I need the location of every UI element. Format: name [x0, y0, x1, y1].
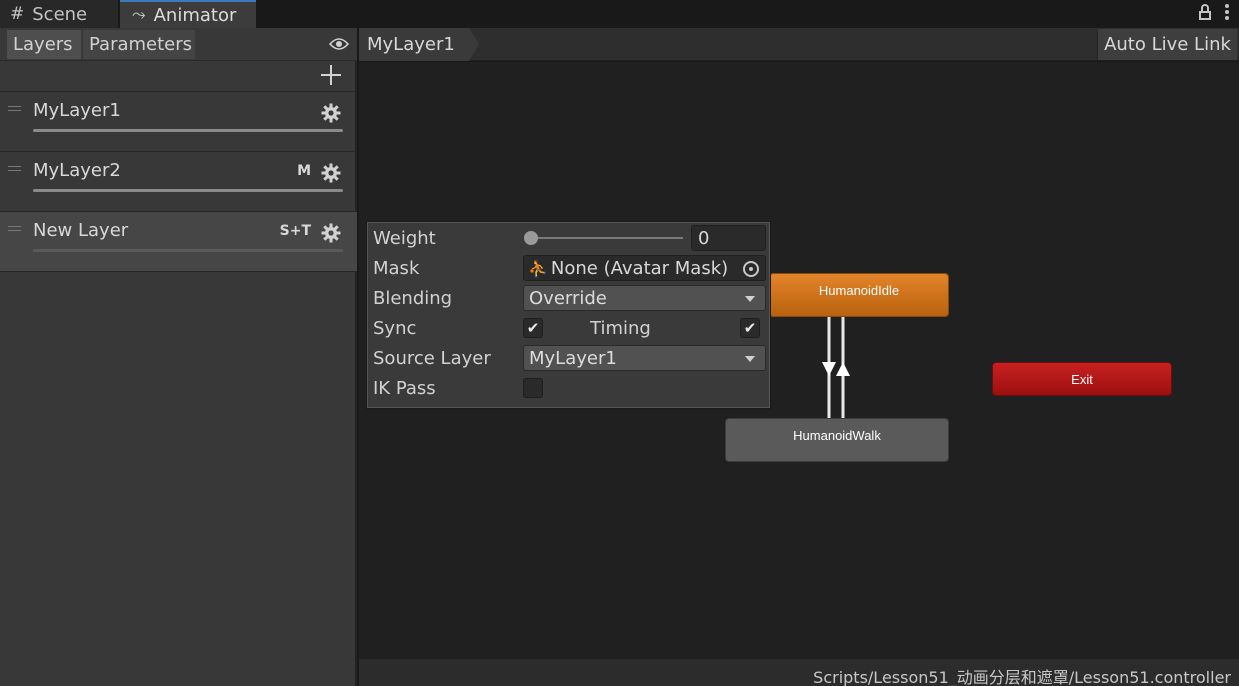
- layer-flags: S+T: [279, 223, 311, 239]
- layer-weight-bar: [33, 129, 343, 132]
- add-layer-icon[interactable]: [320, 64, 342, 86]
- weight-slider-handle[interactable]: [524, 231, 538, 245]
- chevron-down-icon: [745, 296, 755, 302]
- source-layer-label: Source Layer: [373, 347, 491, 369]
- divider: [0, 271, 357, 272]
- ik-pass-checkbox[interactable]: [523, 378, 543, 398]
- layers-panel: Layers Parameters MyLayer1 MyLayer2 M Ne…: [0, 28, 357, 686]
- tab-scene[interactable]: # Scene: [0, 0, 118, 28]
- chevron-down-icon: [745, 356, 755, 362]
- controller-path: Scripts/Lesson51_动画分层和遮罩/Lesson51.contro…: [813, 668, 1231, 686]
- tab-animator-label: Animator: [153, 4, 237, 26]
- weight-label: Weight: [373, 227, 436, 249]
- drag-handle-icon[interactable]: [8, 226, 21, 231]
- layer-settings-popup: Weight 0 Mask ⛹ None (Avatar Mask) Blend…: [366, 221, 771, 409]
- grid-icon: #: [10, 4, 25, 24]
- object-picker-icon[interactable]: [743, 261, 759, 277]
- transition-arrow-up-icon[interactable]: [836, 362, 850, 376]
- blending-label: Blending: [373, 287, 453, 309]
- tab-parameters[interactable]: Parameters: [83, 30, 195, 59]
- avatar-mask-icon: ⛹: [528, 258, 548, 278]
- gear-icon[interactable]: [321, 163, 341, 183]
- source-layer-value: MyLayer1: [529, 347, 617, 369]
- mask-label: Mask: [373, 257, 420, 279]
- mask-field[interactable]: ⛹ None (Avatar Mask): [523, 255, 766, 281]
- sync-checkbox[interactable]: ✔: [523, 318, 543, 338]
- blending-dropdown[interactable]: Override: [523, 285, 766, 311]
- state-node-humanoid-idle[interactable]: HumanoidIdle: [770, 274, 948, 316]
- weight-slider-track[interactable]: [531, 237, 683, 239]
- blending-value: Override: [529, 287, 607, 309]
- auto-live-link-button[interactable]: Auto Live Link: [1097, 29, 1237, 60]
- drag-handle-icon[interactable]: [8, 106, 21, 111]
- graph-toolbar: MyLayer1 Auto Live Link: [359, 28, 1239, 61]
- tab-scene-label: Scene: [32, 3, 88, 25]
- more-options-icon[interactable]: [1225, 4, 1229, 20]
- source-layer-dropdown[interactable]: MyLayer1: [523, 345, 766, 371]
- mask-value: None (Avatar Mask): [550, 257, 729, 279]
- breadcrumb-arrow: [469, 28, 479, 61]
- layer-weight-bar: [33, 249, 343, 252]
- status-bar: Scripts/Lesson51_动画分层和遮罩/Lesson51.contro…: [359, 658, 1239, 686]
- transition-arrow-down-icon[interactable]: [822, 362, 836, 376]
- state-node-humanoid-walk[interactable]: HumanoidWalk: [726, 419, 948, 461]
- state-node-exit[interactable]: Exit: [993, 363, 1171, 395]
- tab-animator[interactable]: ⤳ Animator: [120, 0, 256, 28]
- checkmark-icon: ✔: [743, 319, 757, 337]
- ik-pass-label: IK Pass: [373, 377, 436, 399]
- layer-item[interactable]: MyLayer1: [0, 91, 357, 151]
- layer-item-selected[interactable]: New Layer S+T: [0, 211, 357, 271]
- gear-icon[interactable]: [321, 223, 341, 243]
- timing-checkbox[interactable]: ✔: [740, 318, 760, 338]
- animator-icon: ⤳: [132, 5, 146, 25]
- timing-label: Timing: [590, 317, 651, 339]
- layer-flags: M: [297, 163, 311, 179]
- drag-handle-icon[interactable]: [8, 166, 21, 171]
- left-panel-tabs: Layers Parameters: [0, 28, 357, 61]
- layer-item[interactable]: MyLayer2 M: [0, 151, 357, 211]
- layer-name: New Layer: [33, 220, 129, 241]
- eye-icon[interactable]: [329, 37, 349, 51]
- window-tab-bar: # Scene ⤳ Animator: [0, 0, 1239, 28]
- layer-weight-bar: [33, 189, 343, 192]
- tab-layers[interactable]: Layers: [7, 30, 81, 59]
- checkmark-icon: ✔: [526, 319, 540, 337]
- breadcrumb[interactable]: MyLayer1: [359, 28, 469, 61]
- gear-icon[interactable]: [321, 103, 341, 123]
- layer-name: MyLayer2: [33, 160, 121, 181]
- sync-label: Sync: [373, 317, 417, 339]
- layer-name: MyLayer1: [33, 100, 121, 121]
- weight-field[interactable]: 0: [691, 225, 766, 251]
- lock-icon[interactable]: [1199, 4, 1211, 20]
